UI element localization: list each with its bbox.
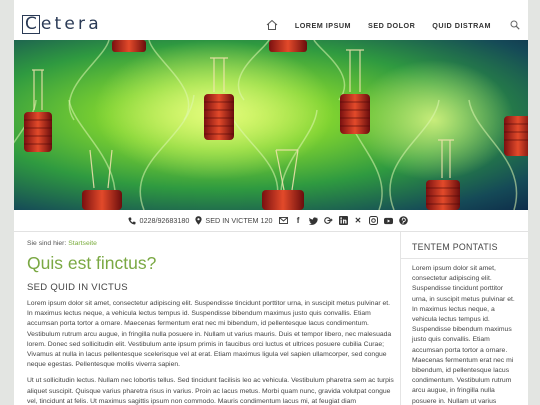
hero-image <box>14 40 528 210</box>
breadcrumb-link-home[interactable]: Startseite <box>68 240 97 247</box>
site-header: Cetera LOREM IPSUM SED DOLOR QUID DISTRA… <box>14 0 528 40</box>
body-paragraph-2: Ut ut sollicitudin lectus. Nullam nec lo… <box>27 377 394 405</box>
sidebar-divider <box>401 258 528 259</box>
instagram-icon[interactable] <box>368 216 378 225</box>
breadcrumb-prefix: Sie sind hier: <box>27 240 67 247</box>
main-nav: LOREM IPSUM SED DOLOR QUID DISTRAM <box>266 17 528 33</box>
contact-bar: 0228/92683180 SED IN VICTEM 120 f ✕ <box>14 210 528 232</box>
breadcrumb: Sie sind hier: Startseite <box>27 240 397 247</box>
page: Cetera LOREM IPSUM SED DOLOR QUID DISTRA… <box>14 0 528 405</box>
twitter-icon[interactable] <box>308 216 318 225</box>
pinterest-icon[interactable] <box>398 216 408 225</box>
phone-contact[interactable]: 0228/92683180 <box>128 216 189 225</box>
nav-item-sed-dolor[interactable]: SED DOLOR <box>368 21 415 30</box>
home-icon[interactable] <box>266 18 280 32</box>
phone-icon <box>128 217 136 224</box>
mail-icon[interactable] <box>278 216 288 225</box>
page-title: Quis est finctus? <box>27 253 157 273</box>
logo-rest: etera <box>40 14 102 34</box>
sidebar-text: Lorem ipsum dolor sit amet, consectetur … <box>412 265 515 405</box>
address-text: SED IN VICTEM 120 <box>205 216 273 225</box>
nav-item-lorem-ipsum[interactable]: LOREM IPSUM <box>295 21 351 30</box>
address-contact[interactable]: SED IN VICTEM 120 <box>195 216 273 225</box>
map-pin-icon <box>195 216 203 225</box>
site-logo[interactable]: Cetera <box>22 14 102 34</box>
logo-initial: C <box>22 15 40 34</box>
search-icon[interactable] <box>510 19 522 31</box>
google-plus-icon[interactable] <box>323 216 333 225</box>
body-paragraph-1: Lorem ipsum dolor sit amet, consectetur … <box>27 300 392 369</box>
linkedin-icon[interactable] <box>338 216 348 225</box>
sidebar-title: TENTEM PONTATIS <box>412 242 498 252</box>
xing-icon[interactable]: ✕ <box>354 216 363 225</box>
sidebar: TENTEM PONTATIS Lorem ipsum dolor sit am… <box>400 232 528 405</box>
main-content: Sie sind hier: Startseite Quis est finct… <box>27 240 397 405</box>
youtube-icon[interactable] <box>383 216 393 225</box>
facebook-icon[interactable]: f <box>294 216 303 225</box>
phone-number: 0228/92683180 <box>139 216 190 225</box>
section-title: SED QUID IN VICTUS <box>27 282 128 293</box>
nav-item-quid-distram[interactable]: QUID DISTRAM <box>432 21 491 30</box>
